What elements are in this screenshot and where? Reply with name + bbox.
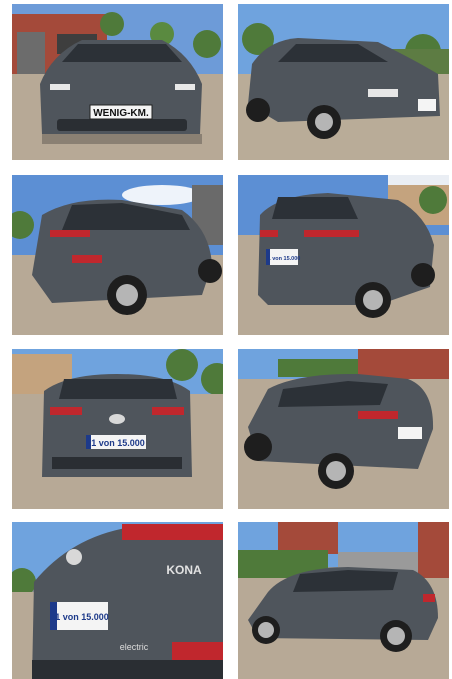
detail-plate-text: 1 von 15.000 [55, 612, 109, 622]
photo-rear-left-view[interactable] [12, 175, 223, 335]
photo-rear-view[interactable]: 1 von 15.000 [12, 349, 223, 509]
rear-plate-text: 1 von 15.000 [91, 438, 145, 448]
front-plate-text: WENIG-KM. [93, 108, 149, 119]
photo-front-view[interactable]: WENIG-KM. [12, 4, 223, 160]
photo-side-view[interactable] [238, 522, 449, 679]
photo-rear-detail-view[interactable]: KONA 1 von 15.000 electric [12, 522, 223, 679]
electric-badge-text: electric [120, 642, 149, 652]
rear-right-plate-text: 1 von 15.000 [268, 256, 301, 262]
kona-badge-text: KONA [166, 563, 202, 577]
photo-gallery: WENIG-KM. 1 von 15.000 1 von 15.000 KONA… [0, 0, 452, 679]
photo-front-right-view[interactable] [238, 4, 449, 160]
photo-rear-right-view[interactable]: 1 von 15.000 [238, 175, 449, 335]
photo-side-rear-view[interactable] [238, 349, 449, 509]
